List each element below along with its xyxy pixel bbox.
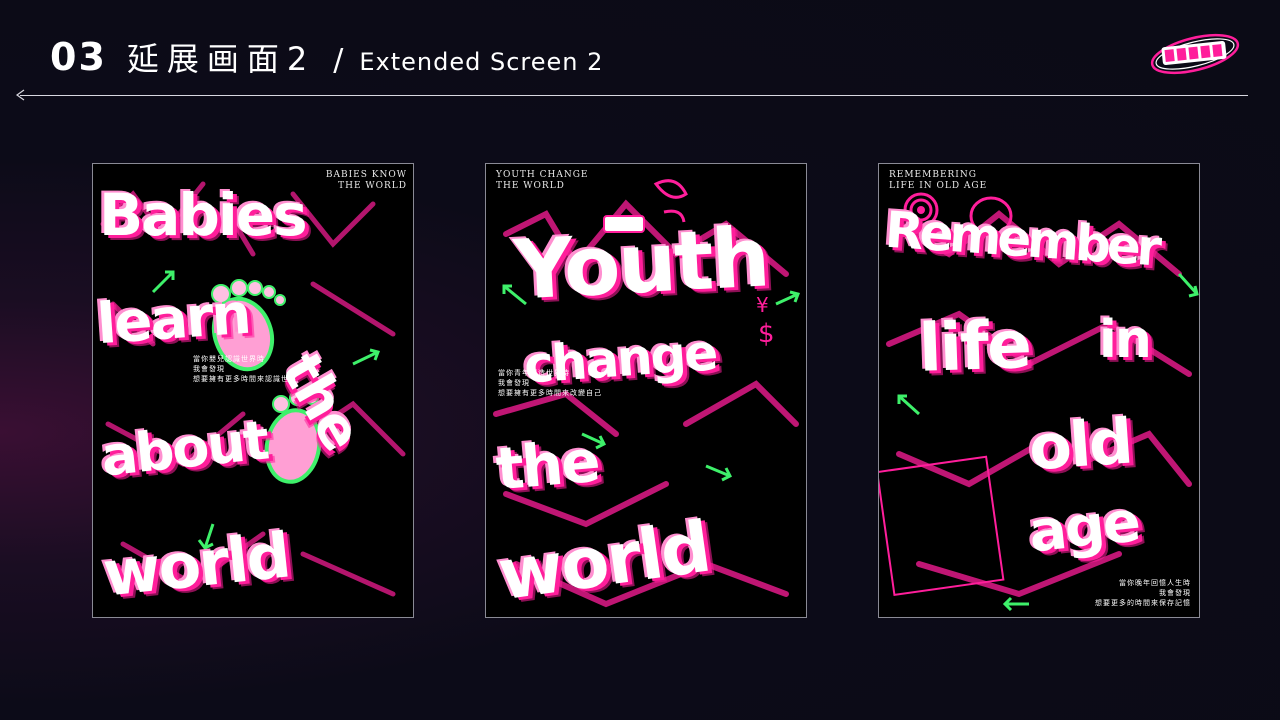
- dollar-icon: $: [758, 319, 775, 349]
- poster-caption: 當你青年創造世界時 我會發現 想要擁有更多時間來改變自己: [498, 369, 602, 397]
- poster-caption: 當你晚年回憶人生時 我會發現 想要更多的時間來保存記憶: [1095, 579, 1191, 607]
- poster-corner-text: YOUTH CHANGE THE WORLD: [496, 170, 589, 191]
- poster-word: old: [1026, 404, 1134, 485]
- poster-word: learn: [94, 281, 252, 358]
- arrow-icon: [1002, 596, 1029, 612]
- poster-corner-text: BABIES KNOW THE WORLD: [325, 170, 407, 191]
- poster-youth: $ ¥ YOUTH CHANGE THE WORLD Youth change …: [485, 163, 807, 618]
- arrow-icon: [897, 394, 921, 416]
- poster-babies: BABIES KNOW THE WORLD Babies learn about…: [92, 163, 414, 618]
- section-number: 03: [50, 35, 107, 79]
- arrow-icon: [705, 464, 733, 482]
- arrow-icon: [352, 348, 380, 366]
- title-separator: /: [333, 43, 344, 78]
- poster-remember: REMEMBERING LIFE IN OLD AGE Remember lif…: [878, 163, 1200, 618]
- header-divider: [20, 95, 1248, 96]
- poster-caption: 當你嬰兒認識世界時 我會發現 想要擁有更多時間來認識世界: [193, 355, 297, 383]
- poster-word: world: [99, 518, 293, 611]
- arrow-icon: [1177, 272, 1199, 298]
- section-title-cn: 延展画面2: [126, 40, 316, 78]
- poster-word: life: [917, 306, 1032, 387]
- poster-word: in: [1099, 310, 1152, 370]
- section-title-en: Extended Screen 2: [359, 48, 604, 76]
- arrow-icon: [775, 290, 800, 306]
- poster-word: age: [1025, 489, 1142, 566]
- poster-word: Babies: [99, 181, 308, 249]
- brand-logo: [1150, 33, 1240, 75]
- poster-word: Youth: [511, 210, 771, 319]
- poster-word: the: [493, 426, 602, 504]
- section-header: 03 延展画面2 / Extended Screen 2: [50, 34, 603, 84]
- poster-corner-text: REMEMBERING LIFE IN OLD AGE: [889, 170, 988, 191]
